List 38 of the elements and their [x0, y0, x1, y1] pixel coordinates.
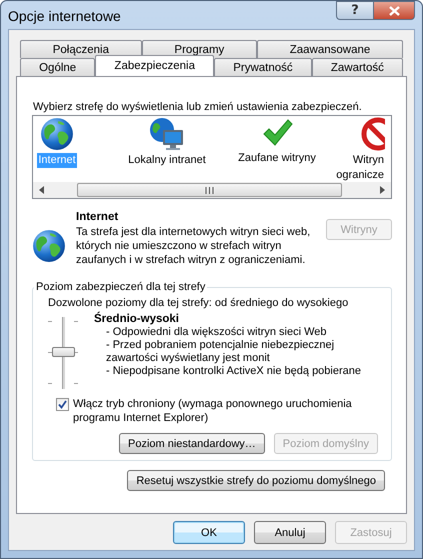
close-icon [388, 6, 400, 16]
reset-button[interactable]: Resetuj wszystkie strefy do poziomu domyślnego [127, 470, 385, 491]
checkbox[interactable] [56, 398, 69, 411]
globe-icon [40, 117, 74, 151]
tab[interactable]: Połączenia [20, 40, 142, 58]
security-slider[interactable] [48, 317, 78, 389]
prohibited-icon [361, 117, 385, 151]
zone-item[interactable]: Witryn ogranicze [332, 116, 391, 182]
zone-item[interactable]: Lokalny intranet [112, 116, 222, 182]
tab[interactable]: Ogólne [20, 58, 96, 76]
group-title: Poziom zabezpieczeń dla tej strefy [35, 281, 206, 293]
level-description: - Przed pobraniem potencjalnie niebezpiecznej zawartości wyświetlany jest monit [106, 339, 336, 365]
level-name: Średnio-wysoki [94, 313, 180, 325]
help-button[interactable]: ? [336, 1, 373, 20]
right-arrow-icon[interactable] [380, 186, 385, 194]
zone-item[interactable]: Zaufane witryny [222, 116, 332, 182]
tab[interactable]: Zawartość [312, 58, 404, 76]
dialog-button[interactable]: OK [173, 521, 245, 544]
globe-monitor-icon [149, 117, 185, 151]
window-title: Opcje internetowe [8, 8, 122, 24]
close-button[interactable] [373, 1, 415, 20]
tab[interactable]: Prywatność [214, 58, 312, 76]
zone-prompt: Wybierz strefę do wyświetlenia lub zmień ustawienia zabezpieczeń. [33, 101, 363, 113]
level-description: - Odpowiedni dla większości witryn sieci Web [106, 326, 328, 339]
zone-title: Internet [76, 211, 120, 223]
slider-thumb[interactable] [52, 347, 75, 357]
globe-icon [32, 229, 66, 263]
level-description: - Niepodpisane kontrolki ActiveX nie będą pobierane [106, 365, 361, 378]
allowed-levels-text: Dozwolone poziomy dla tej strefy: od średniego do wysokiego [48, 297, 350, 309]
checkbox-label[interactable]: Włącz tryb chroniony (wymaga ponownego uruchomienia programu Internet Explorer) [73, 397, 353, 425]
level-button[interactable]: Poziom niestandardowy… [119, 433, 265, 454]
horizontal-scrollbar[interactable] [33, 182, 391, 198]
zone-description: Ta strefa jest dla internetowych witryn sieci web, których nie umieszczono w strefach witryn zaufanych i w strefach witryn z ograniczeniami. [76, 225, 312, 267]
scrollbar-thumb[interactable] [77, 183, 342, 197]
dialog-button[interactable]: Anuluj [254, 521, 326, 544]
tab[interactable]: Zaawansowane [257, 40, 403, 58]
left-arrow-icon[interactable] [39, 186, 44, 194]
tab[interactable]: Zabezpieczenia [95, 55, 214, 76]
